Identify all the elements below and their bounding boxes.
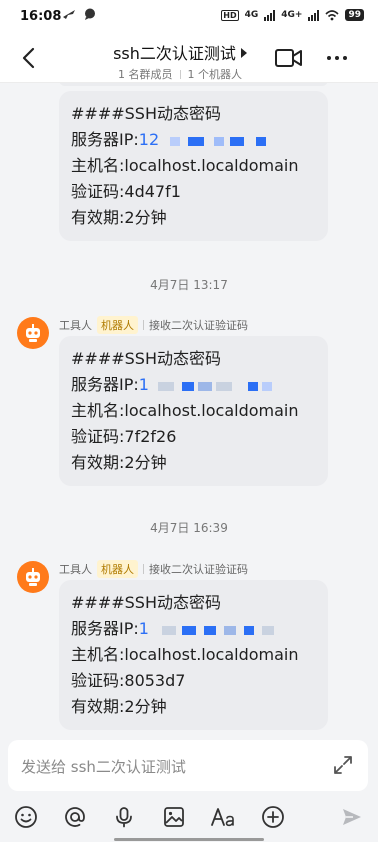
status-time: 16:08 — [20, 9, 62, 24]
voice-button[interactable] — [109, 802, 139, 832]
airplane-icon — [63, 10, 75, 19]
notification-icons — [62, 8, 96, 23]
hostname-line: 主机名:localhost.localdomain — [71, 401, 299, 420]
image-button[interactable] — [159, 802, 189, 832]
back-button[interactable] — [12, 42, 44, 74]
signal-icon — [264, 9, 276, 21]
robot-count: 1 个机器人 — [187, 68, 243, 81]
verification-code-line: 验证码:4d47f1 — [71, 182, 181, 201]
timestamp: 4月7日 13:17 — [150, 278, 228, 292]
sender-line: 工具人 机器人 接收二次认证验证码 — [59, 316, 248, 334]
server-ip-value: 1 — [138, 375, 149, 394]
microphone-icon — [116, 807, 132, 828]
caret-right-icon — [240, 48, 247, 58]
server-ip-label: 服务器IP: — [71, 375, 139, 394]
member-count: 1 名群成员 — [118, 68, 173, 81]
divider — [143, 320, 144, 330]
divider — [143, 564, 144, 574]
previous-message-edge — [59, 83, 328, 86]
input-placeholder: 发送给 ssh二次认证测试 — [21, 758, 186, 776]
add-icon — [262, 806, 284, 828]
divider — [179, 70, 181, 79]
more-dot-icon — [327, 56, 331, 60]
message-heading: ####SSH动态密码 — [71, 104, 221, 123]
robot-icon — [26, 324, 40, 342]
server-ip-line: 服务器IP:1 — [71, 372, 316, 398]
signal-icon-2 — [308, 9, 320, 21]
expand-icon — [334, 756, 352, 774]
more-options-button[interactable] — [322, 48, 352, 68]
mention-icon — [65, 807, 85, 827]
send-button[interactable] — [337, 802, 367, 832]
message-bubble[interactable]: ####SSH动态密码 服务器IP:1 主机名:localhost.locald… — [59, 336, 328, 486]
composer: 发送给 ssh二次认证测试 — [0, 733, 378, 842]
chat-title: ssh二次认证测试 — [113, 44, 236, 63]
network-label-1: 4G — [244, 10, 259, 20]
message-bubble[interactable]: ####SSH动态密码 服务器IP:12 主机名:localhost.local… — [59, 91, 328, 241]
add-button[interactable] — [258, 802, 288, 832]
hd-icon: HD — [221, 9, 239, 21]
message-icon — [84, 8, 95, 20]
sender-name[interactable]: 工具人 — [59, 317, 92, 333]
robot-badge: 机器人 — [97, 316, 138, 334]
image-icon — [164, 807, 184, 827]
validity-line: 有效期:2分钟 — [71, 697, 167, 716]
chat-title-group[interactable]: ssh二次认证测试 1 名群成员 1 个机器人 — [70, 40, 290, 82]
chat-title-row[interactable]: ssh二次认证测试 — [70, 40, 290, 64]
message-input[interactable]: 发送给 ssh二次认证测试 — [8, 740, 368, 791]
text-format-button[interactable] — [208, 802, 238, 832]
sender-subtitle: 接收二次认证验证码 — [149, 319, 248, 332]
chat-subtitle: 1 名群成员 1 个机器人 — [70, 66, 290, 82]
expand-input-button[interactable] — [332, 754, 354, 776]
robot-icon — [26, 568, 40, 586]
send-icon — [343, 809, 361, 825]
server-ip-value: 1 — [138, 619, 149, 638]
server-ip-line: 服务器IP:1 — [71, 616, 316, 642]
message-list[interactable]: ####SSH动态密码 服务器IP:12 主机名:localhost.local… — [0, 83, 378, 733]
redacted-ip — [154, 380, 284, 392]
sender-name[interactable]: 工具人 — [59, 561, 92, 577]
chat-header: ssh二次认证测试 1 名群成员 1 个机器人 — [0, 34, 378, 83]
battery-icon: 99 — [345, 9, 364, 21]
wifi-icon — [325, 9, 340, 20]
server-ip-line: 服务器IP:12 — [71, 127, 316, 153]
server-ip-label: 服务器IP: — [71, 619, 139, 638]
home-indicator[interactable] — [114, 838, 264, 841]
emoji-button[interactable] — [11, 802, 41, 832]
redacted-ip — [164, 135, 284, 147]
emoji-icon — [15, 806, 37, 828]
validity-line: 有效期:2分钟 — [71, 208, 167, 227]
hostname-line: 主机名:localhost.localdomain — [71, 156, 299, 175]
sender-subtitle: 接收二次认证验证码 — [149, 563, 248, 576]
robot-badge: 机器人 — [97, 560, 138, 578]
sender-line: 工具人 机器人 接收二次认证验证码 — [59, 560, 248, 578]
hostname-line: 主机名:localhost.localdomain — [71, 645, 299, 664]
status-bar: 16:08 HD 4G 4G+ 99 — [0, 0, 378, 34]
text-format-icon — [211, 808, 234, 827]
message-heading: ####SSH动态密码 — [71, 593, 221, 612]
server-ip-label: 服务器IP: — [71, 130, 139, 149]
more-dot-icon — [343, 56, 347, 60]
avatar[interactable] — [17, 317, 49, 349]
network-label-2: 4G+ — [281, 10, 303, 20]
message-bubble[interactable]: ####SSH动态密码 服务器IP:1 主机名:localhost.locald… — [59, 580, 328, 730]
message-heading: ####SSH动态密码 — [71, 349, 221, 368]
verification-code-line: 验证码:7f2f26 — [71, 427, 177, 446]
server-ip-value: 12 — [138, 130, 160, 149]
composer-toolbar — [0, 799, 378, 835]
mention-button[interactable] — [60, 802, 90, 832]
avatar[interactable] — [17, 561, 49, 593]
redacted-ip — [154, 624, 284, 636]
validity-line: 有效期:2分钟 — [71, 453, 167, 472]
timestamp: 4月7日 16:39 — [150, 521, 228, 535]
verification-code-line: 验证码:8053d7 — [71, 671, 186, 690]
video-camera-icon — [275, 49, 302, 67]
chevron-left-icon — [22, 47, 35, 69]
video-call-button[interactable] — [274, 46, 304, 70]
status-indicators: HD 4G 4G+ 99 — [221, 9, 364, 21]
more-dot-icon — [335, 56, 339, 60]
